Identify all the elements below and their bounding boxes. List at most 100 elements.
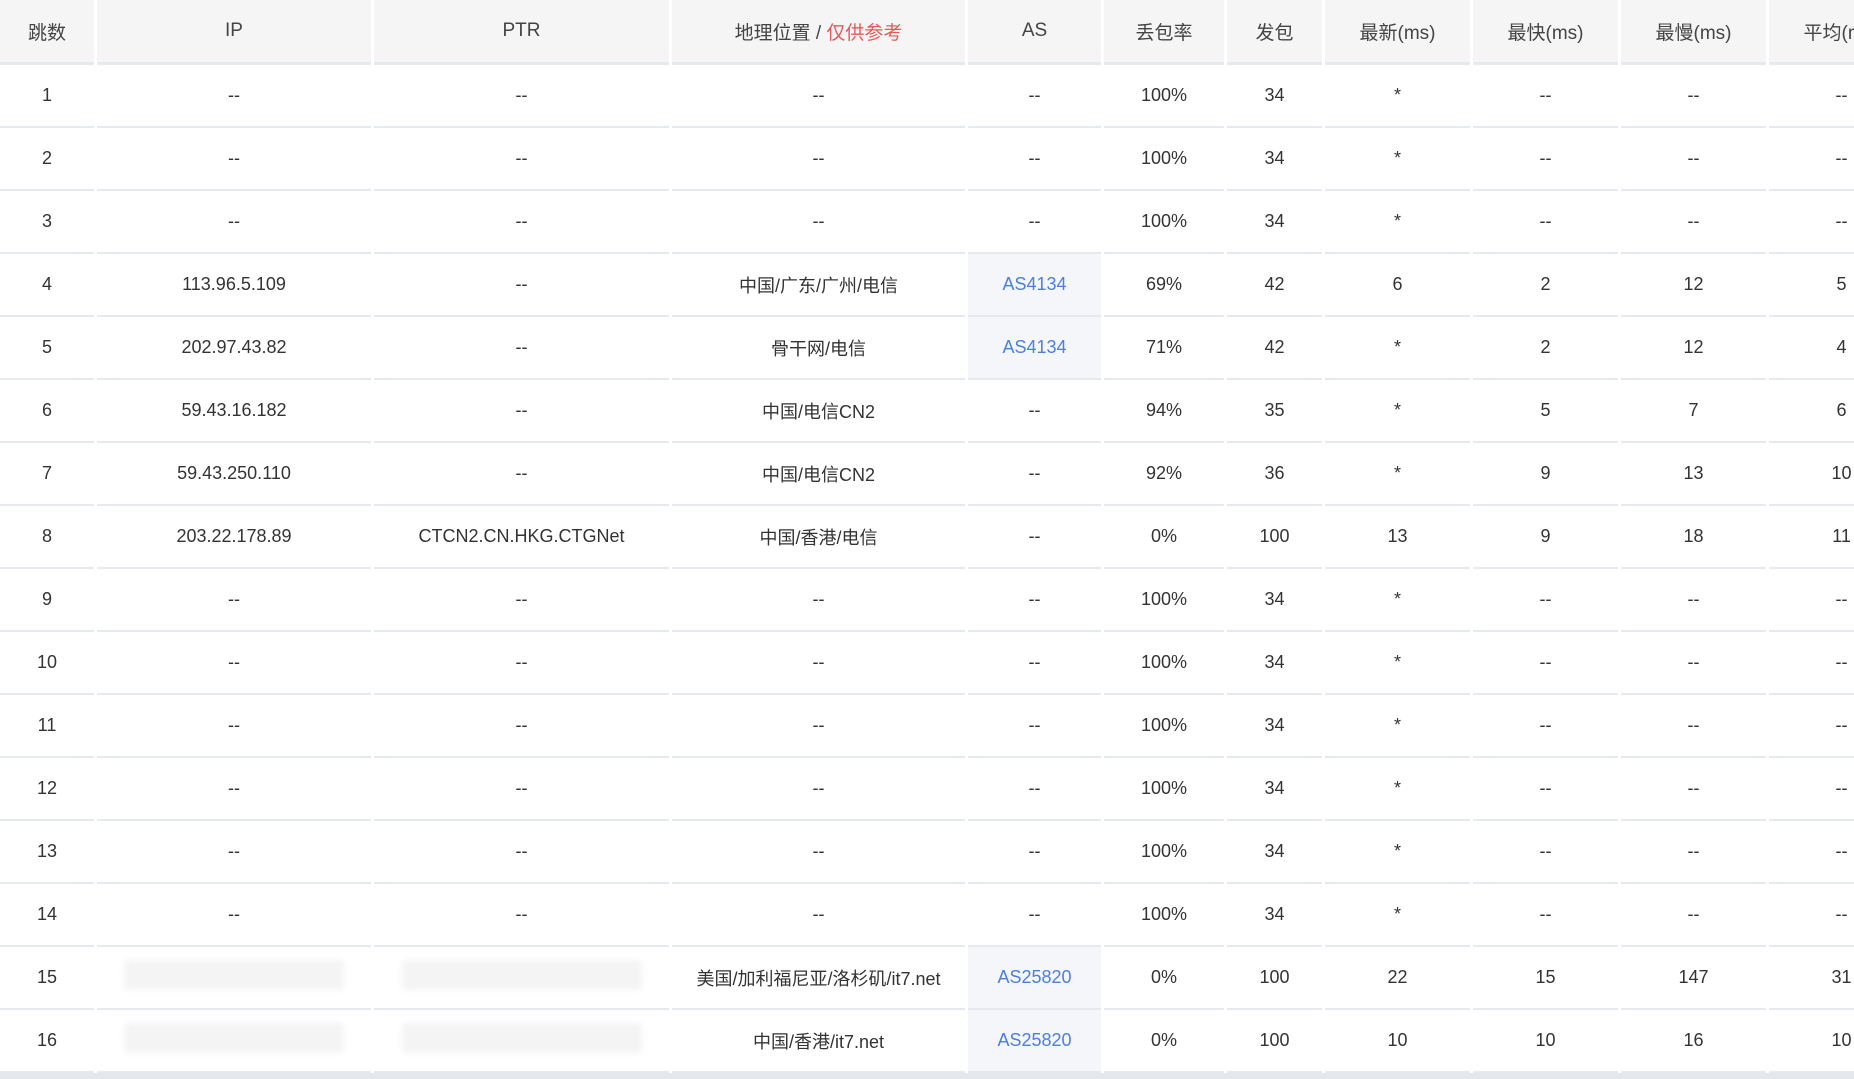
header-loss: 丢包率 (1104, 0, 1224, 65)
cell-best: 15 (1473, 947, 1618, 1010)
cell-best: -- (1473, 65, 1618, 128)
cell-hop: 7 (0, 443, 94, 506)
cell-best: -- (1473, 821, 1618, 884)
cell-avg: -- (1769, 821, 1854, 884)
cell-ip: -- (97, 758, 371, 821)
header-best: 最快(ms) (1473, 0, 1618, 65)
table-row: 12 -- -- -- -- 100% 34 * -- -- -- (0, 758, 1854, 821)
cell-sent: 42 (1227, 254, 1322, 317)
cell-sent: 34 (1227, 695, 1322, 758)
cell-ptr (374, 947, 669, 1010)
cell-geo: -- (672, 632, 965, 695)
cell-avg: 31 (1769, 947, 1854, 1010)
cell-avg: -- (1769, 632, 1854, 695)
header-geo-note: 仅供参考 (826, 22, 903, 44)
cell-ptr: -- (374, 65, 669, 128)
cell-avg: 5 (1769, 254, 1854, 317)
header-as: AS (968, 0, 1101, 65)
header-worst: 最慢(ms) (1621, 0, 1766, 65)
as-link[interactable]: AS4134 (1002, 337, 1066, 357)
as-link[interactable]: AS25820 (997, 1030, 1071, 1050)
cell-as: -- (968, 569, 1101, 632)
cell-ptr: -- (374, 443, 669, 506)
cell-geo: -- (672, 884, 965, 947)
cell-hop: 2 (0, 128, 94, 191)
cell-loss: 94% (1104, 380, 1224, 443)
cell-worst: -- (1621, 65, 1766, 128)
cell-last: * (1325, 884, 1470, 947)
cell-as[interactable]: AS25820 (968, 1010, 1101, 1073)
cell-best: -- (1473, 632, 1618, 695)
cell-loss: 100% (1104, 65, 1224, 128)
cell-sent: 34 (1227, 65, 1322, 128)
cell-ptr: -- (374, 191, 669, 254)
cell-as: -- (968, 758, 1101, 821)
cell-hop: 10 (0, 632, 94, 695)
cell-sent: 34 (1227, 191, 1322, 254)
cell-geo: 美国/加利福尼亚/洛杉矶/it7.net (672, 947, 965, 1010)
cell-worst: -- (1621, 695, 1766, 758)
cell-sent: 34 (1227, 632, 1322, 695)
table-row: 14 -- -- -- -- 100% 34 * -- -- -- (0, 884, 1854, 947)
cell-last: * (1325, 758, 1470, 821)
cell-loss: 0% (1104, 506, 1224, 569)
cell-worst: 147 (1621, 947, 1766, 1010)
table-row: 3 -- -- -- -- 100% 34 * -- -- -- (0, 191, 1854, 254)
cell-ip: -- (97, 632, 371, 695)
cell-ip: -- (97, 191, 371, 254)
cell-avg: -- (1769, 758, 1854, 821)
cell-geo: -- (672, 65, 965, 128)
cell-ip: -- (97, 884, 371, 947)
cell-ip (97, 947, 371, 1010)
as-link[interactable]: AS4134 (1002, 274, 1066, 294)
redacted-value (124, 960, 344, 990)
cell-geo: -- (672, 695, 965, 758)
cell-sent: 100 (1227, 1010, 1322, 1073)
cell-as: -- (968, 191, 1101, 254)
table-row: 1 -- -- -- -- 100% 34 * -- -- -- (0, 65, 1854, 128)
cell-ptr: -- (374, 128, 669, 191)
as-link[interactable]: AS25820 (997, 967, 1071, 987)
table-header: 跳数 IP PTR 地理位置 / 仅供参考 AS 丢包率 发包 最新(ms) 最… (0, 0, 1854, 65)
cell-loss: 0% (1104, 1010, 1224, 1073)
cell-sent: 34 (1227, 758, 1322, 821)
cell-worst: -- (1621, 821, 1766, 884)
cell-as[interactable]: AS25820 (968, 947, 1101, 1010)
cell-geo: -- (672, 758, 965, 821)
cell-ptr: -- (374, 317, 669, 380)
cell-as: -- (968, 632, 1101, 695)
cell-best: -- (1473, 758, 1618, 821)
header-sent: 发包 (1227, 0, 1322, 65)
table-row: 2 -- -- -- -- 100% 34 * -- -- -- (0, 128, 1854, 191)
cell-sent: 34 (1227, 569, 1322, 632)
cell-last: * (1325, 569, 1470, 632)
cell-last: 22 (1325, 947, 1470, 1010)
cell-geo: -- (672, 569, 965, 632)
cell-sent: 34 (1227, 128, 1322, 191)
cell-sent: 42 (1227, 317, 1322, 380)
cell-avg: 10 (1769, 443, 1854, 506)
header-ptr: PTR (374, 0, 669, 65)
table-row: 10 -- -- -- -- 100% 34 * -- -- -- (0, 632, 1854, 695)
cell-hop: 9 (0, 569, 94, 632)
cell-ip: 59.43.250.110 (97, 443, 371, 506)
cell-as[interactable]: AS4134 (968, 317, 1101, 380)
cell-ptr: -- (374, 758, 669, 821)
cell-ptr: -- (374, 254, 669, 317)
cell-geo: 中国/电信CN2 (672, 380, 965, 443)
cell-avg: 4 (1769, 317, 1854, 380)
cell-hop: 14 (0, 884, 94, 947)
table-row: 6 59.43.16.182 -- 中国/电信CN2 -- 94% 35 * 5 7 6 (0, 380, 1854, 443)
cell-as[interactable]: AS4134 (968, 254, 1101, 317)
cell-loss: 100% (1104, 695, 1224, 758)
cell-loss: 100% (1104, 884, 1224, 947)
cell-last: * (1325, 191, 1470, 254)
cell-last: * (1325, 128, 1470, 191)
cell-as: -- (968, 443, 1101, 506)
cell-worst: -- (1621, 191, 1766, 254)
cell-ptr: -- (374, 380, 669, 443)
cell-as: -- (968, 506, 1101, 569)
header-hop: 跳数 (0, 0, 94, 65)
cell-ip: -- (97, 695, 371, 758)
cell-last: * (1325, 380, 1470, 443)
